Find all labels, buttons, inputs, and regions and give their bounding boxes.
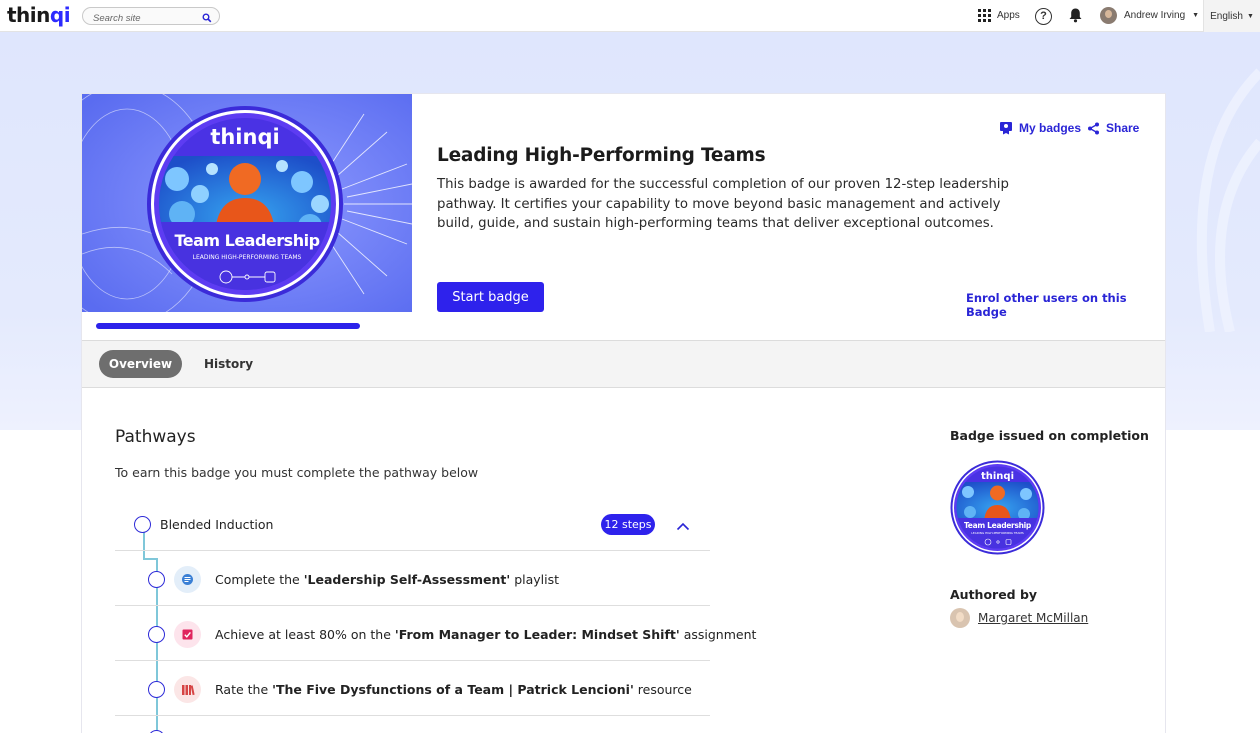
playlist-icon [174,566,201,593]
top-bar: thinqi Apps ? Andrew Irving ▼ English ▼ [0,0,1260,32]
hero-badge-subtitle: LEADING HIGH-PERFORMING TEAMS [193,254,302,261]
share-link[interactable]: Share [1087,121,1139,135]
pathways-heading: Pathways [115,427,196,447]
pathway-name[interactable]: Blended Induction [160,517,273,532]
badge-title: Leading High-Performing Teams [437,145,766,166]
my-badges-label: My badges [1019,121,1082,135]
step-status-circle[interactable] [148,681,165,698]
pathway-connector-line [143,532,145,559]
divider [115,550,710,551]
divider [115,715,710,716]
author-avatar [950,608,970,628]
badge-icon [1000,122,1012,135]
language-selector[interactable]: English ▼ [1203,0,1260,32]
chevron-up-icon[interactable] [676,518,690,536]
logo-text-accent: qi [49,3,71,27]
start-badge-button[interactable]: Start badge [437,282,544,312]
thumbnail-badge-subtitle: LEADING HIGH-PERFORMING TEAMS [971,531,1024,535]
divider [115,605,710,606]
logo-text: thin [7,3,50,27]
badge-progress-bar [96,323,360,329]
step-text[interactable]: Rate the 'The Five Dysfunctions of a Tea… [215,682,692,697]
caret-down-icon: ▼ [1246,12,1254,20]
notifications-bell-icon[interactable] [1068,7,1083,28]
steps-count-badge: 12 steps [601,514,655,535]
authored-by-label: Authored by [950,587,1038,602]
badge-description: This badge is awarded for the successful… [437,177,1009,232]
apps-grid-icon [978,9,991,22]
user-avatar [1100,7,1117,24]
enrol-users-link[interactable]: Enrol other users on this Badge [966,291,1165,319]
share-icon [1088,122,1099,134]
language-label: English [1210,10,1243,22]
step-status-circle[interactable] [148,626,165,643]
user-menu[interactable]: Andrew Irving ▼ [1100,7,1199,24]
share-label: Share [1106,121,1140,135]
tabs-bar: Overview History [82,340,1165,388]
search-icon[interactable] [202,10,212,28]
step-text[interactable]: Complete the 'Leadership Self-Assessment… [215,572,559,587]
badge-issued-label: Badge issued on completion [950,428,1149,443]
step-status-circle[interactable] [148,571,165,588]
apps-menu[interactable]: Apps [978,9,1020,22]
tab-overview[interactable]: Overview [99,350,182,378]
pathway-connector-line [143,558,157,560]
search-input[interactable] [93,10,205,27]
pathway-status-circle [134,516,151,533]
caret-down-icon: ▼ [1192,12,1200,19]
hero-badge-title: Team Leadership [174,231,319,250]
step-text[interactable]: Achieve at least 80% on the 'From Manage… [215,627,756,642]
pathways-subheading: To earn this badge you must complete the… [115,465,479,480]
tab-history[interactable]: History [204,357,253,371]
hero-logo-text: thinqi [210,125,279,149]
my-badges-link[interactable]: My badges [999,121,1081,135]
badge-card: thinqi Team Leadership LEADING HIGH-PERF… [82,94,1165,733]
assignment-icon [174,621,201,648]
author-name-link[interactable]: Margaret McMillan [978,611,1088,625]
help-icon[interactable]: ? [1035,8,1052,25]
badge-thumbnail: thinqi Team Leadership LEADING HIGH-PERF… [950,460,1045,555]
thumbnail-badge-title: Team Leadership [964,521,1032,530]
apps-label: Apps [997,10,1020,21]
badge-hero-image: thinqi Team Leadership LEADING HIGH-PERF… [82,94,412,312]
user-name: Andrew Irving [1124,10,1186,21]
divider [115,660,710,661]
search-box [82,7,220,28]
thinqi-logo[interactable]: thinqi [7,3,71,27]
books-icon [174,676,201,703]
thumbnail-logo-text: thinqi [981,471,1014,482]
